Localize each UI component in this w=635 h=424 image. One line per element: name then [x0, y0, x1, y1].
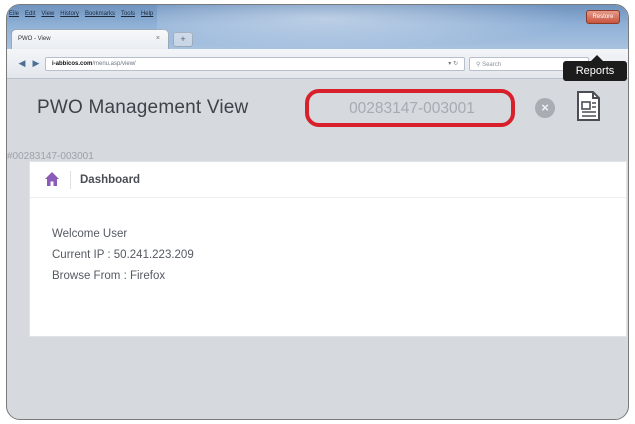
reports-tooltip: Reports [563, 55, 627, 81]
dashboard-header: Dashboard [30, 162, 626, 198]
reload-icon[interactable]: ▾ ↻ [448, 60, 458, 67]
new-tab-button[interactable]: + [173, 32, 193, 47]
browser-menubar: Eile Edit View History Bookmarks Tools H… [9, 11, 153, 23]
page-title: PWO Management View [37, 97, 249, 118]
menu-edit[interactable]: Edit [25, 11, 35, 23]
menu-view[interactable]: View [41, 11, 54, 23]
back-arrow-icon[interactable]: ◀ [15, 58, 29, 70]
highlighted-id-field [305, 89, 515, 127]
tab-title: PWO - View [18, 36, 51, 42]
home-icon[interactable] [44, 171, 60, 187]
search-placeholder: Search [482, 62, 502, 68]
reports-icon[interactable] [575, 91, 601, 121]
header-divider [70, 171, 71, 189]
browser-tab[interactable]: PWO - View × [11, 29, 169, 49]
url-path: /menu.asp/view/ [92, 61, 136, 67]
menu-file[interactable]: Eile [9, 11, 19, 23]
dashboard-body: Welcome User Current IP : 50.241.223.209… [52, 224, 194, 287]
page-header: PWO Management View × [7, 79, 628, 141]
current-ip-text: Current IP : 50.241.223.209 [52, 249, 194, 261]
browser-navbar: ◀ ▶ i-abbicos.com/menu.asp/view/ ▾ ↻ ⚲ S… [7, 49, 628, 79]
pwo-id-input[interactable] [323, 98, 501, 120]
menu-help[interactable]: Help [141, 11, 153, 23]
browser-titlebar: Eile Edit View History Bookmarks Tools H… [7, 5, 628, 49]
url-domain: i-abbicos.com [52, 61, 93, 67]
clear-icon[interactable]: × [535, 98, 555, 118]
screenshot-frame: Eile Edit View History Bookmarks Tools H… [6, 4, 629, 420]
dashboard-title: Dashboard [80, 174, 141, 186]
dashboard-card: Dashboard Welcome User Current IP : 50.2… [29, 161, 627, 337]
menu-bookmarks[interactable]: Bookmarks [85, 11, 115, 23]
forward-arrow-icon[interactable]: ▶ [29, 58, 43, 70]
address-bar[interactable]: i-abbicos.com/menu.asp/view/ ▾ ↻ [45, 57, 465, 71]
tab-close-icon[interactable]: × [156, 35, 160, 42]
menu-history[interactable]: History [60, 11, 79, 23]
menu-tools[interactable]: Tools [121, 11, 135, 23]
browser-info-text: Browse From : Firefox [52, 270, 166, 282]
window-restore-button[interactable]: Restore [586, 10, 620, 24]
welcome-text: Welcome User [52, 228, 128, 240]
